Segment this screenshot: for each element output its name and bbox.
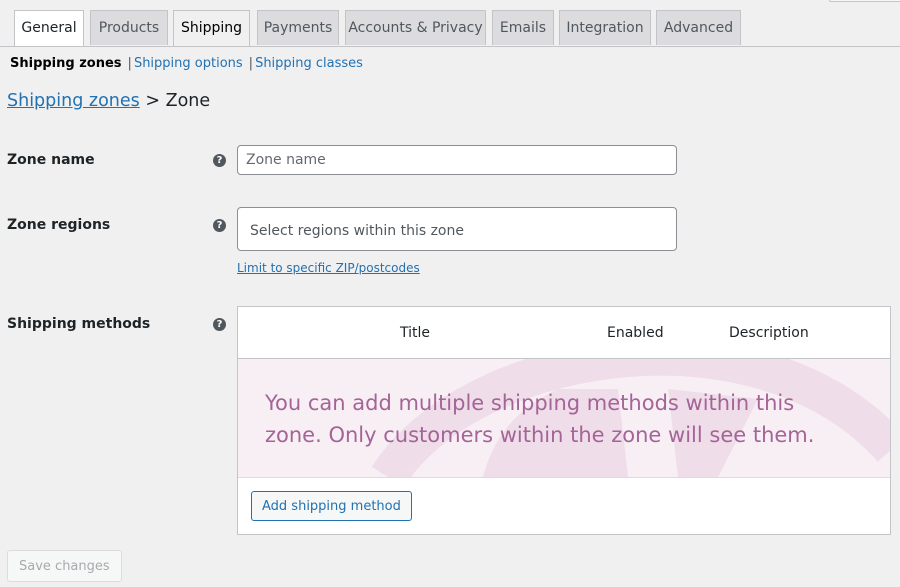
empty-state-message: You can add multiple shipping methods wi… xyxy=(265,391,815,447)
tab-shipping[interactable]: Shipping xyxy=(173,10,250,46)
shipping-methods-label: Shipping methods xyxy=(7,316,151,332)
column-title: Title xyxy=(400,325,431,341)
shipping-subnav: Shipping zones | Shipping options | Shipping… xyxy=(10,56,363,71)
zone-regions-label: Zone regions xyxy=(7,217,111,233)
tab-general[interactable]: General xyxy=(14,10,84,46)
add-shipping-method-button[interactable]: Add shipping method xyxy=(251,491,412,521)
empty-state: You can add multiple shipping methods wi… xyxy=(238,359,890,478)
breadcrumb: Shipping zones > Zone xyxy=(7,91,210,111)
tab-payments[interactable]: Payments xyxy=(257,10,339,45)
help-icon[interactable]: ? xyxy=(213,318,226,331)
top-right-button[interactable] xyxy=(829,0,900,2)
zone-regions-select[interactable]: Select regions within this zone xyxy=(237,207,677,251)
column-description: Description xyxy=(729,325,809,341)
table-header: Title Enabled Description xyxy=(238,307,890,359)
zone-name-input[interactable] xyxy=(237,145,677,175)
tab-advanced[interactable]: Advanced xyxy=(656,10,741,45)
breadcrumb-current: Zone xyxy=(165,91,211,111)
column-enabled: Enabled xyxy=(607,325,664,341)
zone-name-label: Zone name xyxy=(7,152,95,168)
breadcrumb-shipping-zones-link[interactable]: Shipping zones xyxy=(7,91,140,111)
tab-accounts-privacy[interactable]: Accounts & Privacy xyxy=(345,10,486,45)
help-icon[interactable]: ? xyxy=(213,154,226,167)
subnav-shipping-options[interactable]: Shipping options xyxy=(134,56,243,71)
zone-regions-placeholder: Select regions within this zone xyxy=(250,223,464,239)
subnav-shipping-zones[interactable]: Shipping zones xyxy=(10,56,122,71)
tab-products[interactable]: Products xyxy=(90,10,168,45)
tab-integration[interactable]: Integration xyxy=(559,10,651,45)
save-changes-button[interactable]: Save changes xyxy=(7,550,122,582)
tab-emails[interactable]: Emails xyxy=(492,10,554,45)
subnav-separator: | xyxy=(127,56,132,71)
help-icon[interactable]: ? xyxy=(213,219,226,232)
limit-zip-postcodes-link[interactable]: Limit to specific ZIP/postcodes xyxy=(237,261,420,275)
breadcrumb-separator: > xyxy=(145,91,161,111)
subnav-shipping-classes[interactable]: Shipping classes xyxy=(255,56,363,71)
shipping-methods-table: Title Enabled Description You can add mu… xyxy=(237,306,891,535)
settings-tabs: General Products Shipping Payments Accou… xyxy=(0,10,900,47)
subnav-separator: | xyxy=(248,56,254,71)
